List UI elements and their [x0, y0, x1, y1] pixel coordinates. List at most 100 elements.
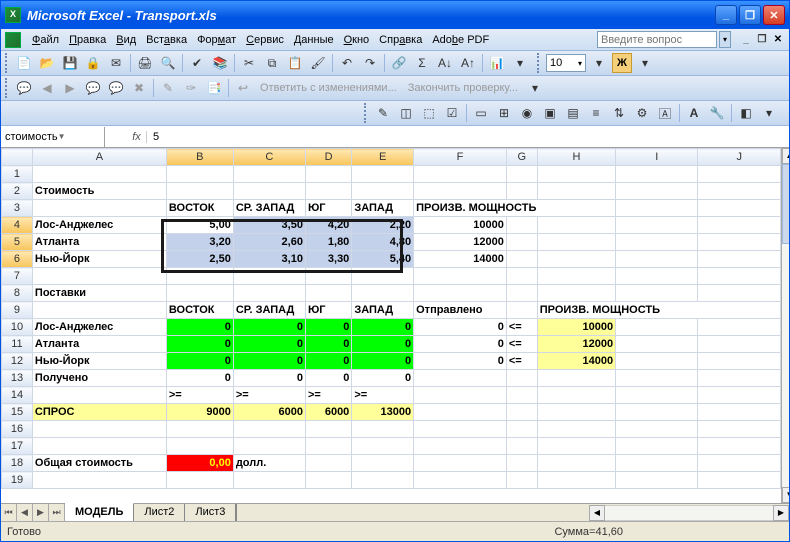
menu-adobe[interactable]: Adobe PDF	[427, 32, 494, 48]
horizontal-scrollbar[interactable]: ◀ ▶	[589, 504, 789, 521]
tool14-icon[interactable]: A	[684, 103, 704, 123]
row-7[interactable]: 7	[2, 268, 33, 285]
grid[interactable]: A B C D E F G H I J 1 2Стоимость 3ВОСТОК…	[1, 148, 781, 489]
redo-icon[interactable]: ↷	[360, 53, 380, 73]
bold-button[interactable]: Ж	[612, 53, 632, 73]
scroll-left-icon[interactable]: ◀	[589, 505, 605, 521]
font-size-select[interactable]: 10▾	[546, 54, 586, 72]
menu-file[interactable]: Файл	[27, 32, 64, 48]
row-12[interactable]: 12	[2, 353, 33, 370]
toolbar-more-icon[interactable]: ▾	[510, 53, 530, 73]
col-A[interactable]: A	[32, 149, 166, 166]
fx-button[interactable]: fx	[127, 131, 147, 143]
col-J[interactable]: J	[698, 149, 781, 166]
row-18[interactable]: 18	[2, 455, 33, 472]
permission-icon[interactable]: 🔒	[83, 53, 103, 73]
tab-prev-icon[interactable]: ◀	[17, 504, 33, 521]
cut-icon[interactable]: ✂	[239, 53, 259, 73]
row-10[interactable]: 10	[2, 319, 33, 336]
maximize-button[interactable]: ❐	[739, 5, 761, 25]
print-icon[interactable]: 🖨	[135, 53, 155, 73]
menu-format[interactable]: Формат	[192, 32, 241, 48]
name-box[interactable]: стоимость ▼	[1, 127, 105, 147]
row-16[interactable]: 16	[2, 421, 33, 438]
doc-close-button[interactable]: ✕	[771, 33, 785, 47]
select-all-corner[interactable]	[2, 149, 33, 166]
tab-model[interactable]: МОДЕЛЬ	[65, 503, 134, 521]
row-2[interactable]: 2	[2, 183, 33, 200]
col-G[interactable]: G	[506, 149, 537, 166]
tool13-icon[interactable]: 🄰	[655, 103, 675, 123]
row-9[interactable]: 9	[2, 302, 33, 319]
tool5-icon[interactable]: ▭	[471, 103, 491, 123]
tab-sheet3[interactable]: Лист3	[185, 504, 236, 521]
tool16-icon[interactable]: ◧	[736, 103, 756, 123]
toolbar-handle[interactable]	[5, 53, 9, 73]
tool17-icon[interactable]: ▾	[759, 103, 779, 123]
tool9-icon[interactable]: ▤	[563, 103, 583, 123]
doc-icon[interactable]	[5, 32, 21, 48]
scroll-thumb[interactable]	[782, 164, 789, 244]
tool11-icon[interactable]: ⇅	[609, 103, 629, 123]
col-C[interactable]: C	[233, 149, 305, 166]
save-icon[interactable]: 💾	[60, 53, 80, 73]
hyperlink-icon[interactable]: 🔗	[389, 53, 409, 73]
doc-minimize-button[interactable]: _	[739, 33, 753, 47]
spellcheck-icon[interactable]: ✔	[187, 53, 207, 73]
sort-desc-icon[interactable]: A↑	[458, 53, 478, 73]
sort-asc-icon[interactable]: A↓	[435, 53, 455, 73]
tool7-icon[interactable]: ◉	[517, 103, 537, 123]
menu-edit[interactable]: Правка	[64, 32, 111, 48]
tool12-icon[interactable]: ⚙	[632, 103, 652, 123]
col-E[interactable]: E	[352, 149, 414, 166]
tab-last-icon[interactable]: ⏭	[49, 504, 65, 521]
col-D[interactable]: D	[305, 149, 351, 166]
menu-window[interactable]: Окно	[339, 32, 375, 48]
autosum-icon[interactable]: Σ	[412, 53, 432, 73]
row-13[interactable]: 13	[2, 370, 33, 387]
paste-icon[interactable]: 📋	[285, 53, 305, 73]
menu-help[interactable]: Справка	[374, 32, 427, 48]
new-icon[interactable]: 📄	[14, 53, 34, 73]
new-comment-icon[interactable]: 💬	[14, 78, 34, 98]
toolbar-handle-2[interactable]	[537, 53, 541, 73]
doc-restore-button[interactable]: ❐	[755, 33, 769, 47]
menu-view[interactable]: Вид	[111, 32, 141, 48]
row-14[interactable]: 14	[2, 387, 33, 404]
col-F[interactable]: F	[414, 149, 507, 166]
row-3[interactable]: 3	[2, 200, 33, 217]
open-icon[interactable]: 📂	[37, 53, 57, 73]
cell[interactable]: Стоимость	[32, 183, 166, 200]
preview-icon[interactable]: 🔍	[158, 53, 178, 73]
copy-icon[interactable]: ⧉	[262, 53, 282, 73]
ask-question-input[interactable]	[597, 31, 717, 48]
formula-value[interactable]: 5	[147, 131, 789, 143]
tab-sheet2[interactable]: Лист2	[134, 504, 185, 521]
tool8-icon[interactable]: ▣	[540, 103, 560, 123]
review-more-icon[interactable]: ▾	[525, 78, 545, 98]
scroll-down-icon[interactable]: ▼	[782, 487, 789, 503]
tool6-icon[interactable]: ⊞	[494, 103, 514, 123]
mail-icon[interactable]: ✉	[106, 53, 126, 73]
tab-first-icon[interactable]: ⏮	[1, 504, 17, 521]
menu-service[interactable]: Сервис	[241, 32, 289, 48]
row-4[interactable]: 4	[2, 217, 33, 234]
tab-next-icon[interactable]: ▶	[33, 504, 49, 521]
format-more-icon[interactable]: ▾	[635, 53, 655, 73]
vertical-scrollbar[interactable]: ▲ ▼	[781, 148, 789, 503]
close-button[interactable]: ✕	[763, 5, 785, 25]
tool1-icon[interactable]: ✎	[373, 103, 393, 123]
row-8[interactable]: 8	[2, 285, 33, 302]
col-I[interactable]: I	[616, 149, 698, 166]
row-19[interactable]: 19	[2, 472, 33, 489]
ask-dropdown[interactable]: ▾	[719, 31, 731, 48]
row-15[interactable]: 15	[2, 404, 33, 421]
undo-icon[interactable]: ↶	[337, 53, 357, 73]
toolbar-handle-4[interactable]	[364, 103, 368, 123]
tool4-icon[interactable]: ☑	[442, 103, 462, 123]
row-5[interactable]: 5	[2, 234, 33, 251]
tool10-icon[interactable]: ≡	[586, 103, 606, 123]
row-17[interactable]: 17	[2, 438, 33, 455]
row-1[interactable]: 1	[2, 166, 33, 183]
name-box-arrow-icon[interactable]: ▼	[58, 132, 100, 141]
